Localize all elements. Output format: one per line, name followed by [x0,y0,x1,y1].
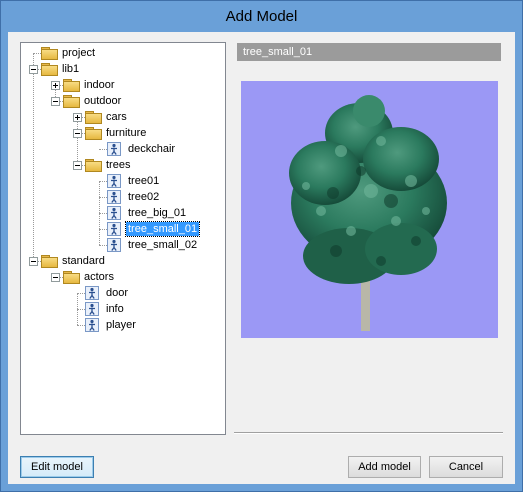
tree-item-tree02[interactable]: tree02 [21,189,221,205]
folder-icon [63,79,80,92]
tree-item-label: door [106,287,129,299]
tree-item-cars[interactable]: cars [21,109,221,125]
model-icon [107,206,121,220]
tree-item-label: actors [84,271,114,283]
tree-item-door[interactable]: door [21,285,221,301]
collapse-icon[interactable] [29,257,38,266]
tree-item-label: standard [62,255,105,267]
tree-item-player[interactable]: player [21,317,221,333]
folder-icon [41,63,58,76]
preview-title: tree_small_01 [237,43,501,61]
tree-item-outdoor[interactable]: outdoor [21,93,221,109]
model-icon [85,286,99,300]
separator [234,432,503,434]
model-icon [107,174,121,188]
tree-item-label: lib1 [62,63,80,75]
tree-item-label: trees [106,159,131,171]
model-preview [241,81,498,338]
tree-item-label: deckchair [128,143,176,155]
collapse-icon[interactable] [51,273,60,282]
window-title: Add Model [225,8,298,25]
dialog-client-area: project lib1 indoor outdoor cars furniture dec… [8,32,515,484]
tree-item-label: info [106,303,124,315]
tree-item-project[interactable]: project [21,45,221,61]
tree-item-deckchair[interactable]: deckchair [21,141,221,157]
tree-item-label: player [106,319,136,331]
tree-item-label: indoor [84,79,115,91]
tree-item-label: tree_small_02 [128,239,198,251]
tree-item-tree01[interactable]: tree01 [21,173,221,189]
add-model-dialog: Add Model project lib1 indoor outdoor cars fu… [0,0,523,492]
edit-model-button[interactable]: Edit model [20,456,94,478]
tree-item-label: furniture [106,127,147,139]
tree-preview-image [289,95,447,331]
tree-item-indoor[interactable]: indoor [21,77,221,93]
tree-item-tree-small-01[interactable]: tree_small_01 [21,221,221,237]
tree-item-standard[interactable]: standard [21,253,221,269]
tree-item-label: tree_small_01 [124,221,201,237]
tree-item-trees[interactable]: trees [21,157,221,173]
collapse-icon[interactable] [73,161,82,170]
folder-icon [85,159,102,172]
model-icon [85,318,99,332]
model-icon [107,238,121,252]
tree-item-lib1[interactable]: lib1 [21,61,221,77]
folder-icon [85,111,102,124]
collapse-icon[interactable] [73,129,82,138]
folder-icon [41,47,58,60]
collapse-icon[interactable] [29,65,38,74]
tree-item-furniture[interactable]: furniture [21,125,221,141]
tree-item-tree-small-02[interactable]: tree_small_02 [21,237,221,253]
tree-item-label: tree02 [128,191,160,203]
model-icon [85,302,99,316]
tree-item-label: tree_big_01 [128,207,187,219]
folder-icon [63,271,80,284]
tree-item-label: project [62,47,96,59]
folder-icon [63,95,80,108]
expand-icon[interactable] [51,81,60,90]
add-model-button[interactable]: Add model [348,456,421,478]
tree-item-tree-big-01[interactable]: tree_big_01 [21,205,221,221]
tree-item-label: tree01 [128,175,160,187]
model-icon [107,142,121,156]
expand-icon[interactable] [73,113,82,122]
tree-item-info[interactable]: info [21,301,221,317]
model-icon [107,190,121,204]
folder-icon [85,127,102,140]
tree-item-actors[interactable]: actors [21,269,221,285]
folder-icon [41,255,58,268]
model-icon [107,222,121,236]
tree-item-label: outdoor [84,95,122,107]
cancel-button[interactable]: Cancel [429,456,503,478]
model-tree[interactable]: project lib1 indoor outdoor cars furniture dec… [20,42,226,435]
tree-item-label: cars [106,111,127,123]
collapse-icon[interactable] [51,97,60,106]
